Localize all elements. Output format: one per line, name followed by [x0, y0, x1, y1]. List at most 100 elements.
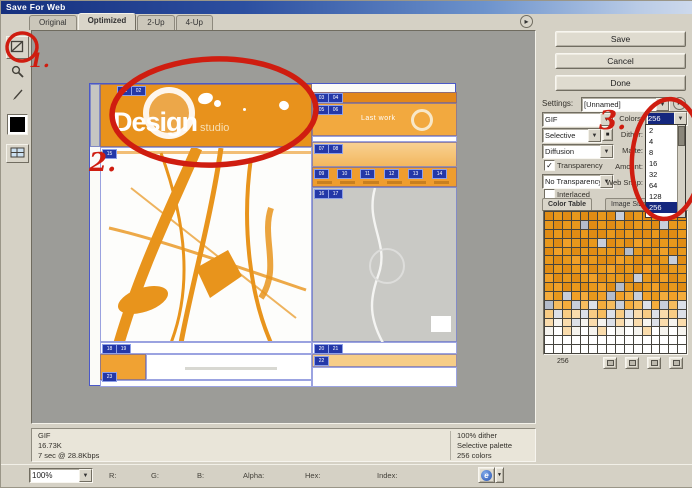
chevron-down-icon[interactable]: ▼ — [656, 98, 669, 111]
color-swatch-cell[interactable] — [589, 283, 597, 291]
color-swatch-cell[interactable] — [598, 265, 606, 273]
color-swatch-cell[interactable] — [607, 248, 615, 256]
color-swatch-cell[interactable] — [554, 319, 562, 327]
color-swatch-cell[interactable] — [678, 221, 686, 229]
color-swatch-cell[interactable] — [545, 239, 553, 247]
color-swatch-cell[interactable] — [598, 221, 606, 229]
color-swatch-cell[interactable] — [563, 248, 571, 256]
color-swatch-cell[interactable] — [572, 345, 580, 353]
color-swatch-cell[interactable] — [634, 292, 642, 300]
color-swatch-cell[interactable] — [581, 212, 589, 220]
color-swatch-cell[interactable] — [545, 319, 553, 327]
color-swatch-cell[interactable] — [598, 292, 606, 300]
color-swatch-cell[interactable] — [572, 265, 580, 273]
color-swatch-cell[interactable] — [625, 327, 633, 335]
eyedropper-tool[interactable] — [6, 84, 29, 107]
color-swatch-cell[interactable] — [572, 327, 580, 335]
slice-region[interactable] — [90, 84, 100, 147]
color-swatch-cell[interactable] — [598, 239, 606, 247]
color-swatch-cell[interactable] — [607, 292, 615, 300]
color-swatch-cell[interactable] — [607, 319, 615, 327]
color-swatch-cell[interactable] — [625, 301, 633, 309]
transparency-checkbox[interactable]: ✓ — [544, 160, 555, 171]
colors-option-64[interactable]: 64 — [646, 180, 680, 191]
color-swatch-cell[interactable] — [598, 301, 606, 309]
color-swatch-cell[interactable] — [669, 301, 677, 309]
color-swatch-cell[interactable] — [589, 301, 597, 309]
color-swatch-cell[interactable] — [660, 292, 668, 300]
color-swatch-cell[interactable] — [572, 310, 580, 318]
color-swatch-cell[interactable] — [581, 301, 589, 309]
color-swatch-cell[interactable] — [669, 248, 677, 256]
color-swatch-cell[interactable] — [607, 327, 615, 335]
color-swatch-cell[interactable] — [634, 336, 642, 344]
color-swatch-cell[interactable] — [643, 265, 651, 273]
colors-option-2[interactable]: 2 — [646, 125, 680, 136]
color-swatch-cell[interactable] — [581, 265, 589, 273]
color-swatch-cell[interactable] — [563, 301, 571, 309]
color-swatch-cell[interactable] — [563, 336, 571, 344]
color-swatch-cell[interactable] — [581, 230, 589, 238]
color-swatch-cell[interactable] — [660, 256, 668, 264]
color-swatch-cell[interactable] — [660, 301, 668, 309]
optimize-menu-button[interactable]: ▸ — [673, 97, 686, 110]
color-swatch-cell[interactable] — [625, 239, 633, 247]
color-swatch-cell[interactable] — [660, 345, 668, 353]
color-swatch-cell[interactable] — [652, 256, 660, 264]
color-swatch-cell[interactable] — [652, 336, 660, 344]
color-swatch-cell[interactable] — [678, 336, 686, 344]
chevron-down-icon[interactable]: ▼ — [588, 129, 601, 142]
zoom-tool[interactable] — [6, 61, 29, 84]
color-swatch-cell[interactable] — [545, 283, 553, 291]
color-swatch-cell[interactable] — [643, 239, 651, 247]
color-swatch-cell[interactable] — [563, 256, 571, 264]
color-swatch-cell[interactable] — [634, 265, 642, 273]
color-swatch-cell[interactable] — [643, 345, 651, 353]
color-swatch-cell[interactable] — [563, 221, 571, 229]
color-swatch-cell[interactable] — [616, 310, 624, 318]
color-swatch-cell[interactable] — [598, 327, 606, 335]
slice-select-tool[interactable] — [6, 36, 29, 59]
colors-dropdown-list[interactable]: 248163264128256 — [645, 124, 686, 218]
color-swatch-cell[interactable] — [589, 274, 597, 282]
color-swatch-cell[interactable] — [554, 265, 562, 273]
color-swatch-cell[interactable] — [643, 256, 651, 264]
color-swatch-cell[interactable] — [607, 212, 615, 220]
color-swatch-cell[interactable] — [554, 310, 562, 318]
color-swatch-cell[interactable] — [572, 239, 580, 247]
colors-option-128[interactable]: 128 — [646, 191, 680, 202]
add-color-button[interactable] — [647, 357, 661, 369]
color-swatch-cell[interactable] — [669, 221, 677, 229]
color-swatch-cell[interactable] — [589, 248, 597, 256]
color-swatch-cell[interactable] — [598, 283, 606, 291]
color-swatch-cell[interactable] — [572, 256, 580, 264]
color-swatch-cell[interactable] — [554, 301, 562, 309]
color-swatch-cell[interactable] — [589, 345, 597, 353]
color-swatch-cell[interactable] — [643, 327, 651, 335]
color-swatch-cell[interactable] — [598, 319, 606, 327]
color-swatch-cell[interactable] — [652, 310, 660, 318]
color-swatch-cell[interactable] — [589, 310, 597, 318]
color-swatch-cell[interactable] — [625, 345, 633, 353]
color-swatch-cell[interactable] — [652, 274, 660, 282]
color-swatch-cell[interactable] — [589, 292, 597, 300]
color-swatch-cell[interactable] — [669, 345, 677, 353]
color-swatch-cell[interactable] — [660, 327, 668, 335]
color-swatch-cell[interactable] — [660, 283, 668, 291]
color-swatch-cell[interactable] — [545, 212, 553, 220]
color-swatch-cell[interactable] — [652, 283, 660, 291]
color-swatch-cell[interactable] — [545, 230, 553, 238]
color-swatch-cell[interactable] — [634, 327, 642, 335]
color-swatch-cell[interactable] — [616, 265, 624, 273]
color-swatch-cell[interactable] — [643, 336, 651, 344]
color-swatch-cell[interactable] — [581, 283, 589, 291]
color-swatch-cell[interactable] — [554, 248, 562, 256]
eyedropper-color-swatch[interactable] — [7, 114, 28, 135]
color-swatch-cell[interactable] — [581, 336, 589, 344]
color-swatch-cell[interactable] — [616, 292, 624, 300]
color-swatch-cell[interactable] — [572, 248, 580, 256]
color-swatch-cell[interactable] — [572, 283, 580, 291]
dropdown-scrollbar[interactable] — [677, 125, 685, 217]
color-swatch-cell[interactable] — [660, 336, 668, 344]
color-swatch-cell[interactable] — [616, 336, 624, 344]
